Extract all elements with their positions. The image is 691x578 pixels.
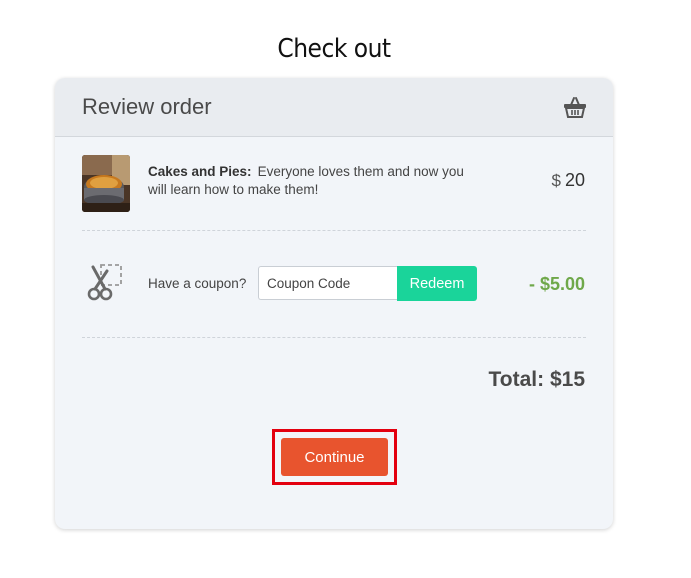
card-header-title: Review order: [82, 94, 212, 119]
coupon-code-input[interactable]: [258, 266, 398, 300]
coupon-label: Have a coupon?: [148, 276, 247, 291]
order-total: Total: $15: [488, 368, 585, 391]
divider: [82, 230, 586, 231]
continue-highlight-frame: Continue: [272, 429, 397, 485]
continue-button[interactable]: Continue: [281, 438, 388, 476]
currency-symbol: $: [551, 171, 561, 190]
item-description-block: Cakes and Pies: Everyone loves them and n…: [148, 163, 478, 199]
item-name: Cakes and Pies:: [148, 164, 252, 179]
discount-amount: - $5.00: [528, 274, 585, 294]
basket-icon[interactable]: [563, 96, 587, 118]
page-title: Check out: [277, 34, 391, 64]
card-header: Review order: [55, 78, 613, 137]
checkout-page: Check out Review order Cakes and Pies: E…: [0, 0, 691, 578]
divider: [82, 337, 586, 338]
cake-thumbnail: [82, 155, 130, 212]
review-order-card: Review order Cakes and Pies: Everyone lo…: [55, 78, 613, 529]
item-price: $20: [552, 170, 586, 191]
price-value: 20: [564, 170, 585, 190]
scissors-coupon-icon: [87, 264, 122, 301]
redeem-button[interactable]: Redeem: [397, 266, 477, 301]
